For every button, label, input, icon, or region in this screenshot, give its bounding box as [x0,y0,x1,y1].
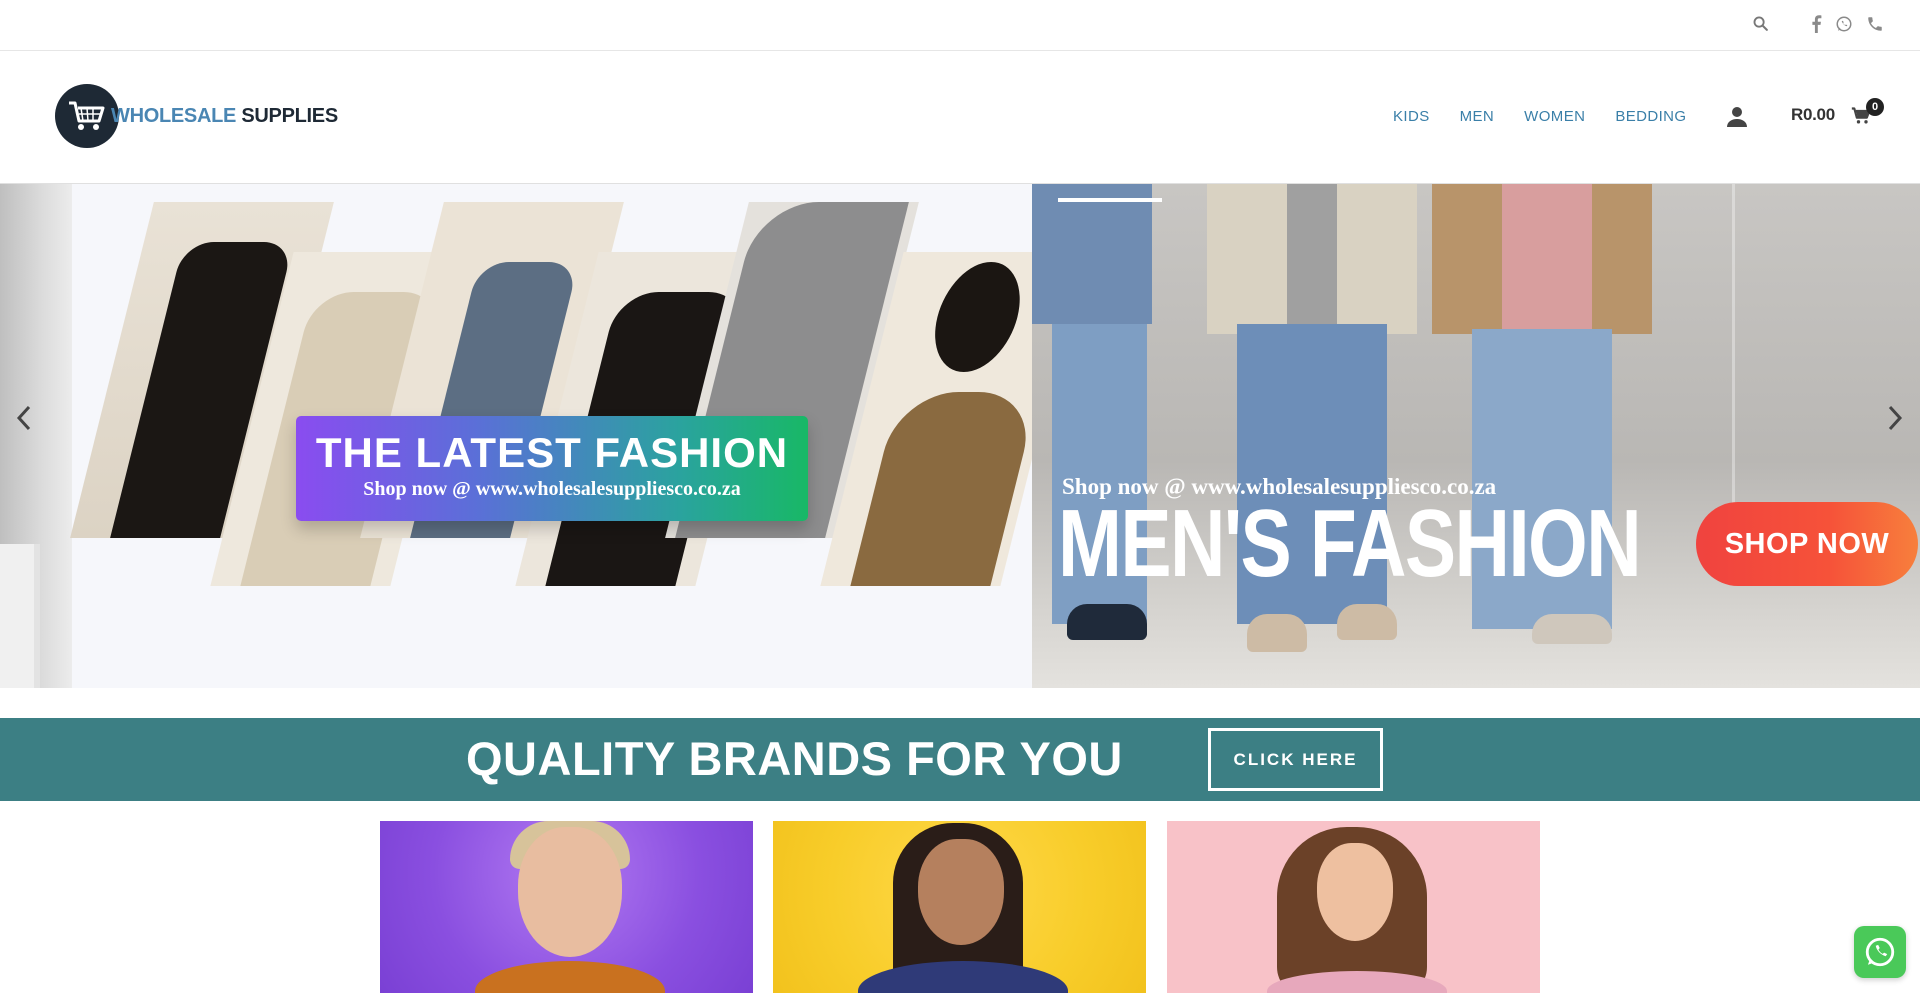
category-card-kids[interactable] [1167,821,1540,993]
phone-icon[interactable] [1865,14,1885,34]
whatsapp-icon[interactable] [1834,14,1854,34]
cart-count-badge: 0 [1866,98,1884,116]
mens-fashion-title: MEN'S FASHION [1058,490,1642,597]
logo-text: WHOLESALE SUPPLIES [111,104,338,127]
nav-bedding[interactable]: BEDDING [1615,108,1686,125]
whatsapp-float-icon[interactable] [1854,926,1906,978]
nav-kids[interactable]: KIDS [1393,108,1430,125]
site-logo[interactable]: WHOLESALE SUPPLIES [55,84,338,148]
main-nav: KIDS MEN WOMEN BEDDING [1393,108,1717,125]
slide-progress-bar [1058,198,1162,202]
chevron-left-icon[interactable] [12,400,36,436]
quality-brands-banner: QUALITY BRANDS FOR YOU CLICK HERE [0,718,1920,801]
user-account-icon[interactable] [1727,106,1747,128]
facebook-icon[interactable] [1806,14,1826,34]
search-icon[interactable] [1750,13,1770,33]
top-bar [0,0,1920,51]
chevron-right-icon[interactable] [1883,400,1907,436]
hero-slider: THE LATEST FASHION Shop now @ www.wholes… [0,184,1920,688]
category-card-women[interactable] [773,821,1146,993]
slide-mens-fashion[interactable]: Shop now @ www.wholesalesuppliesco.co.za… [1032,184,1920,688]
category-card-men[interactable] [380,821,753,993]
shop-now-button[interactable]: SHOP NOW [1696,502,1918,586]
latest-fashion-subtitle: Shop now @ www.wholesalesuppliesco.co.za [363,478,741,500]
latest-fashion-banner: THE LATEST FASHION Shop now @ www.wholes… [296,416,808,521]
nav-women[interactable]: WOMEN [1524,108,1585,125]
quality-brands-title: QUALITY BRANDS FOR YOU [466,732,1123,785]
cart-logo-icon [55,84,119,148]
nav-men[interactable]: MEN [1460,108,1495,125]
latest-fashion-title: THE LATEST FASHION [315,429,789,476]
click-here-button[interactable]: CLICK HERE [1208,728,1383,791]
previous-slide-peek [0,184,72,688]
cart-total[interactable]: R0.00 [1791,105,1835,125]
site-header: WHOLESALE SUPPLIES KIDS MEN WOMEN BEDDIN… [0,52,1920,184]
slide-latest-fashion[interactable]: THE LATEST FASHION Shop now @ www.wholes… [70,184,1084,688]
